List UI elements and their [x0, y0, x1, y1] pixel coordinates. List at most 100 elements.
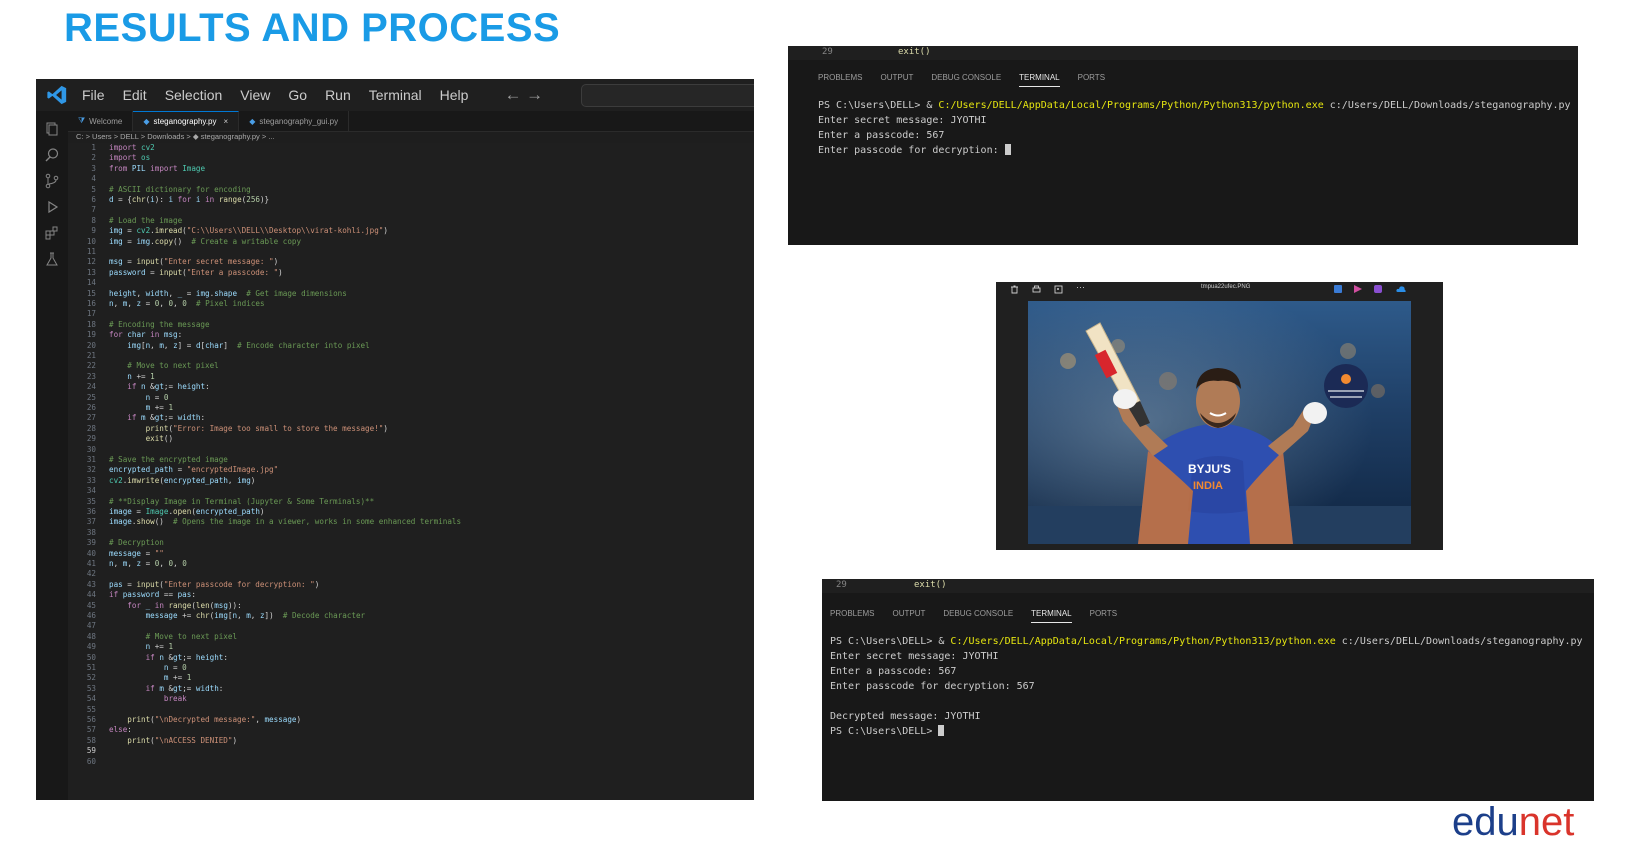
code-line[interactable]: 16 n, m, z = 0, 0, 0 # Pixel indices: [68, 299, 754, 309]
explorer-icon[interactable]: [44, 121, 60, 137]
tab-problems[interactable]: PROBLEMS: [818, 73, 862, 87]
code-line[interactable]: 20 img[n, m, z] = d[char] # Encode chara…: [68, 341, 754, 351]
code-line[interactable]: 19 for char in msg:: [68, 330, 754, 340]
tab-output[interactable]: OUTPUT: [880, 73, 913, 87]
code-line[interactable]: 9 img = cv2.imread("C:\\Users\\DELL\\Desk…: [68, 226, 754, 236]
onedrive-cloud-icon[interactable]: [1396, 285, 1406, 293]
extensions-icon[interactable]: [44, 225, 60, 241]
tab-ports[interactable]: PORTS: [1078, 73, 1105, 87]
tab-problems[interactable]: PROBLEMS: [830, 609, 874, 623]
app-icon-pink[interactable]: [1354, 285, 1362, 293]
command-center-search[interactable]: [581, 84, 754, 107]
code-line[interactable]: 2 import os: [68, 153, 754, 163]
code-line[interactable]: 53 if m &gt;= width:: [68, 684, 754, 694]
code-line[interactable]: 58 print("\nACCESS DENIED"): [68, 736, 754, 746]
code-line[interactable]: 5 # ASCII dictionary for encoding: [68, 185, 754, 195]
code-line[interactable]: 17: [68, 309, 754, 319]
menu-run[interactable]: Run: [325, 87, 351, 103]
menu-view[interactable]: View: [240, 87, 270, 103]
code-line[interactable]: 40 message = "": [68, 549, 754, 559]
code-line[interactable]: 54 break: [68, 694, 754, 704]
code-line[interactable]: 29 exit(): [68, 434, 754, 444]
more-options-icon[interactable]: ···: [1076, 282, 1085, 292]
code-line[interactable]: 22 # Move to next pixel: [68, 361, 754, 371]
code-line[interactable]: 51 n = 0: [68, 663, 754, 673]
code-line[interactable]: 18 # Encoding the message: [68, 320, 754, 330]
code-line[interactable]: 15 height, width, _ = img.shape # Get ima…: [68, 289, 754, 299]
menu-terminal[interactable]: Terminal: [369, 87, 422, 103]
code-line[interactable]: 28 print("Error: Image too small to stor…: [68, 424, 754, 434]
source-control-icon[interactable]: [44, 173, 60, 189]
menu-go[interactable]: Go: [288, 87, 307, 103]
code-line[interactable]: 46 message += chr(img[n, m, z]) # Decode…: [68, 611, 754, 621]
code-line[interactable]: 24 if n &gt;= height:: [68, 382, 754, 392]
menu-help[interactable]: Help: [440, 87, 469, 103]
terminal-output[interactable]: PS C:\Users\DELL> & C:/Users/DELL/AppDat…: [830, 634, 1583, 739]
tab-terminal[interactable]: TERMINAL: [1031, 609, 1072, 623]
code-line[interactable]: 32 encrypted_path = "encryptedImage.jpg": [68, 465, 754, 475]
tab-terminal[interactable]: TERMINAL: [1019, 73, 1060, 87]
code-line[interactable]: 45 for _ in range(len(msg)):: [68, 601, 754, 611]
menu-selection[interactable]: Selection: [165, 87, 223, 103]
menu-file[interactable]: File: [82, 87, 105, 103]
tab-welcome[interactable]: ⧩ Welcome: [68, 111, 134, 131]
nav-back-forward-arrows[interactable]: ← →: [504, 85, 543, 105]
code-line[interactable]: 14: [68, 278, 754, 288]
code-line[interactable]: 57 else:: [68, 725, 754, 735]
code-line[interactable]: 23 n += 1: [68, 372, 754, 382]
code-line[interactable]: 12 msg = input("Enter secret message: "): [68, 257, 754, 267]
code-line[interactable]: 34: [68, 486, 754, 496]
run-debug-icon[interactable]: [44, 199, 60, 215]
code-line[interactable]: 43 pas = input("Enter passcode for decryp…: [68, 580, 754, 590]
code-line[interactable]: 38: [68, 528, 754, 538]
edit-image-icon[interactable]: [1054, 285, 1063, 294]
app-icon-purple[interactable]: [1374, 285, 1382, 293]
code-line[interactable]: 49 n += 1: [68, 642, 754, 652]
breadcrumb[interactable]: C: > Users > DELL > Downloads > ◆ stegan…: [76, 132, 275, 143]
code-line[interactable]: 55: [68, 705, 754, 715]
close-icon[interactable]: ×: [224, 117, 229, 126]
code-line[interactable]: 50 if n &gt;= height:: [68, 653, 754, 663]
code-line[interactable]: 42: [68, 569, 754, 579]
code-line[interactable]: 41 n, m, z = 0, 0, 0: [68, 559, 754, 569]
code-line[interactable]: 13 password = input("Enter a passcode: "): [68, 268, 754, 278]
code-line[interactable]: 27 if m &gt;= width:: [68, 413, 754, 423]
code-line[interactable]: 31 # Save the encrypted image: [68, 455, 754, 465]
code-line[interactable]: 60: [68, 757, 754, 767]
testing-flask-icon[interactable]: [44, 251, 60, 267]
code-line[interactable]: 6 d = {chr(i): i for i in range(256)}: [68, 195, 754, 205]
code-line[interactable]: 30: [68, 445, 754, 455]
code-line[interactable]: 25 n = 0: [68, 393, 754, 403]
code-line[interactable]: 56 print("\nDecrypted message:", message…: [68, 715, 754, 725]
tab-steganography[interactable]: ◆ steganography.py ×: [133, 111, 240, 131]
tab-output[interactable]: OUTPUT: [892, 609, 925, 623]
tab-debug-console[interactable]: DEBUG CONSOLE: [931, 73, 1001, 87]
tab-ports[interactable]: PORTS: [1090, 609, 1117, 623]
code-line[interactable]: 44 if password == pas:: [68, 590, 754, 600]
code-line[interactable]: 26 m += 1: [68, 403, 754, 413]
terminal-output[interactable]: PS C:\Users\DELL> & C:/Users/DELL/AppDat…: [818, 98, 1571, 158]
code-line[interactable]: 52 m += 1: [68, 673, 754, 683]
code-line[interactable]: 47: [68, 621, 754, 631]
code-line[interactable]: 10 img = img.copy() # Create a writable c…: [68, 237, 754, 247]
code-line[interactable]: 35 # **Display Image in Terminal (Jupyter…: [68, 497, 754, 507]
code-line[interactable]: 11: [68, 247, 754, 257]
code-line[interactable]: 1 import cv2: [68, 143, 754, 153]
search-icon[interactable]: [44, 147, 60, 163]
code-line[interactable]: 36 image = Image.open(encrypted_path): [68, 507, 754, 517]
code-line[interactable]: 4: [68, 174, 754, 184]
code-line[interactable]: 33 cv2.imwrite(encrypted_path, img): [68, 476, 754, 486]
code-line[interactable]: 8 # Load the image: [68, 216, 754, 226]
code-line[interactable]: 39 # Decryption: [68, 538, 754, 548]
code-line[interactable]: 37 image.show() # Opens the image in a vi…: [68, 517, 754, 527]
menu-edit[interactable]: Edit: [123, 87, 147, 103]
tab-debug-console[interactable]: DEBUG CONSOLE: [943, 609, 1013, 623]
code-line[interactable]: 21: [68, 351, 754, 361]
code-line[interactable]: 48 # Move to next pixel: [68, 632, 754, 642]
app-icon-blue[interactable]: [1334, 285, 1342, 293]
delete-icon[interactable]: [1010, 285, 1019, 294]
code-editor[interactable]: 1 import cv2 2 import os 3 from PIL import Im…: [68, 143, 754, 800]
code-line[interactable]: 59: [68, 746, 754, 756]
print-icon[interactable]: [1032, 285, 1041, 294]
tab-steganography-gui[interactable]: ◆ steganography_gui.py: [239, 111, 350, 131]
